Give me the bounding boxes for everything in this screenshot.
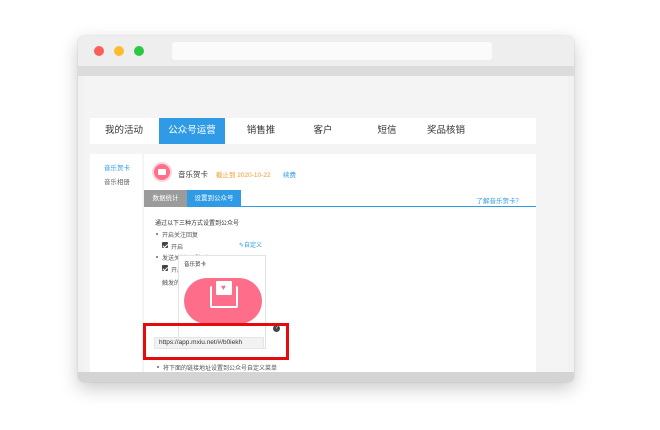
tab-sales-promo[interactable]: 销售推 — [239, 118, 283, 144]
follow-reply-checkbox[interactable] — [162, 242, 168, 248]
sub-tab-bar: 数据统计 设置到公众号 了解音乐贺卡？ — [144, 190, 536, 207]
tab-sms[interactable]: 短信 — [372, 118, 402, 144]
deadline-text: 截止到 2020-10-22 — [216, 172, 271, 179]
envelope-heart-icon — [152, 162, 172, 182]
address-bar[interactable] — [172, 42, 492, 60]
bullet-icon — [157, 366, 159, 368]
card-title: 音乐贺卡 — [178, 170, 208, 179]
follow-reply-toggle-label: 开启 — [171, 245, 184, 251]
preview-title: 音乐贺卡 — [184, 262, 207, 268]
tab-official-account[interactable]: 公众号运营 — [159, 118, 225, 144]
settings-intro: 通过以下三种方式设置到公众号 — [155, 221, 240, 227]
customize-label: 自定义 — [244, 243, 263, 249]
preview-image: ♥ — [184, 272, 262, 330]
option-menu-link-label: 将下面的链接地址设置到公众号自定义菜单 — [163, 366, 278, 372]
tab-prize-redeem[interactable]: 奖品核销 — [422, 118, 470, 144]
bullet-icon — [156, 233, 158, 235]
sidebar-item-music-card[interactable]: 音乐贺卡 — [104, 162, 130, 172]
maximize-window-button[interactable] — [134, 46, 144, 56]
renew-link[interactable]: 续费 — [283, 169, 296, 179]
option-follow-reply-label: 开启关注回复 — [162, 233, 199, 239]
tab-data-stats[interactable]: 数据统计 — [144, 190, 187, 207]
minimize-window-button[interactable] — [114, 46, 124, 56]
title-bar — [78, 36, 574, 66]
tab-set-to-account[interactable]: 设置到公众号 — [187, 190, 241, 207]
toolbar-strip — [78, 66, 574, 76]
keyword-checkbox[interactable] — [162, 265, 168, 271]
close-window-button[interactable] — [94, 46, 104, 56]
customize-link[interactable]: ✎自定义 — [239, 240, 262, 249]
bullet-icon — [156, 256, 158, 258]
learn-more-link[interactable]: 了解音乐贺卡？ — [477, 195, 523, 205]
sidebar-item-music-album[interactable]: 音乐相册 — [104, 176, 130, 186]
sidebar: 音乐贺卡 音乐相册 — [90, 154, 142, 382]
bottom-bar — [78, 372, 574, 382]
heart-icon: ♥ — [221, 283, 226, 292]
highlight-box — [143, 323, 289, 360]
tab-customers[interactable]: 客户 — [308, 118, 338, 144]
top-nav: 我的活动 公众号运营 销售推 客户 短信 奖品核销 — [90, 118, 536, 144]
tab-my-activities[interactable]: 我的活动 — [100, 118, 148, 144]
